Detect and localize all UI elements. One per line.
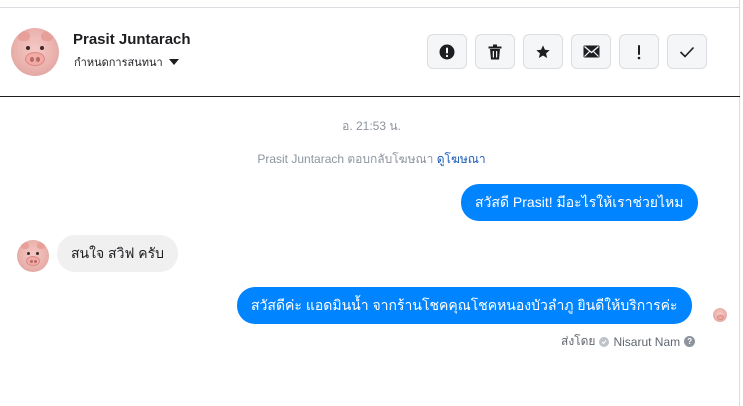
envelope-icon — [583, 45, 599, 58]
contact-avatar-small[interactable] — [17, 240, 49, 272]
message-bubble-outgoing[interactable]: สวัสดี Prasit! มีอะไรให้เราช่วยไหม — [461, 184, 698, 221]
header-divider — [0, 96, 740, 97]
message-bubble-incoming[interactable]: สนใจ สวิฟ ครับ — [57, 235, 179, 272]
check-icon — [679, 46, 695, 58]
ad-reply-notice: Prasit Juntarach ตอบกลับโฆษณา ดูโฆษณา — [0, 150, 743, 169]
sender-name: Nisarut Nam — [613, 334, 681, 349]
conversation-menu-label: กำหนดการสนทนา — [74, 57, 163, 69]
seen-avatar — [713, 308, 727, 322]
trash-icon — [488, 44, 502, 59]
message-text: สวัสดีค่ะ แอดมินน้ำ จากร้านโชคคุณโชคหนอง… — [251, 296, 678, 313]
delete-button[interactable] — [475, 34, 515, 69]
view-ad-link[interactable]: ดูโฆษณา — [437, 152, 486, 166]
report-button[interactable] — [427, 34, 467, 69]
sent-by-prefix: ส่งโดย — [561, 334, 596, 348]
star-button[interactable] — [523, 34, 563, 69]
mark-unread-button[interactable] — [571, 34, 611, 69]
caret-down-icon — [168, 59, 179, 65]
star-icon — [536, 44, 550, 58]
message-timestamp: อ. 21:53 น. — [342, 119, 401, 133]
mark-done-button[interactable] — [667, 34, 707, 69]
sent-by-info: ส่งโดย Nisarut Nam ? — [561, 332, 696, 351]
alert-circle-icon — [439, 44, 455, 59]
message-text: สนใจ สวิฟ ครับ — [71, 244, 165, 261]
exclamation-icon — [637, 44, 641, 59]
message-bubble-outgoing[interactable]: สวัสดีค่ะ แอดมินน้ำ จากร้านโชคคุณโชคหนอง… — [237, 287, 692, 324]
help-icon[interactable]: ? — [684, 336, 696, 347]
conversation-settings-menu[interactable]: กำหนดการสนทนา — [74, 53, 179, 71]
right-divider — [739, 0, 740, 406]
top-divider — [0, 7, 740, 8]
ad-reply-text: Prasit Juntarach ตอบกลับโฆษณา — [257, 152, 434, 166]
contact-avatar[interactable] — [11, 28, 59, 76]
flag-button[interactable] — [619, 34, 659, 69]
contact-name[interactable]: Prasit Juntarach — [73, 31, 191, 48]
sender-avatar-icon — [599, 336, 610, 347]
message-text: สวัสดี Prasit! มีอะไรให้เราช่วยไหม — [475, 193, 684, 210]
